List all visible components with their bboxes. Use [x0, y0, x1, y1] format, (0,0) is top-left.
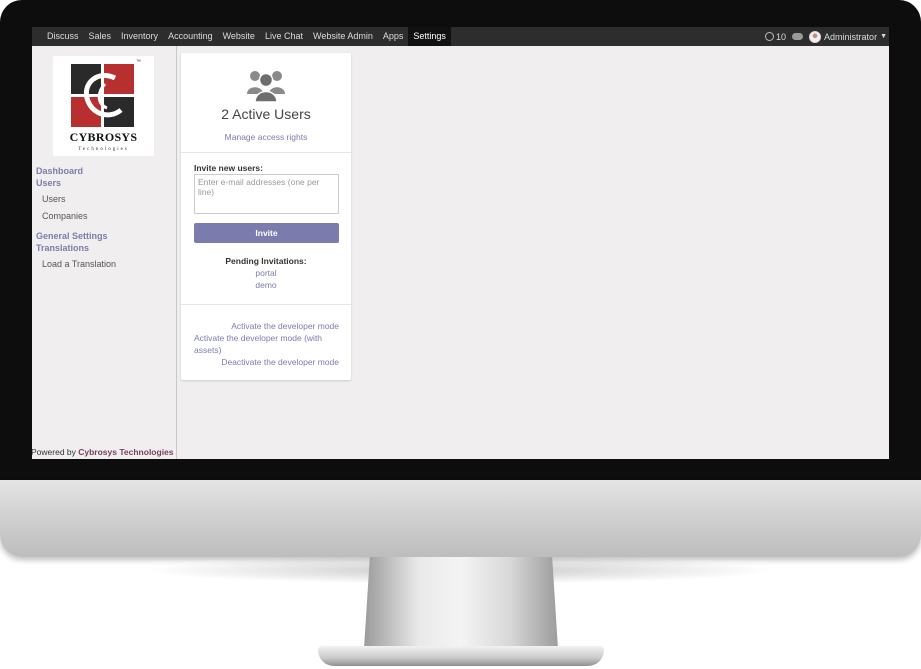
sidebar-item-load-translation[interactable]: Load a Translation — [42, 259, 116, 269]
company-logo: ™ CYBROSYS Technologies — [53, 56, 154, 156]
menu-item-sales[interactable]: Sales — [84, 27, 117, 46]
menu-item-live-chat[interactable]: Live Chat — [260, 27, 308, 46]
menu-item-discuss[interactable]: Discuss — [42, 27, 84, 46]
screen: Discuss Sales Inventory Accounting Websi… — [32, 27, 889, 459]
monitor-stand — [364, 557, 558, 649]
activate-developer-mode-link[interactable]: Activate the developer mode — [194, 320, 339, 332]
users-icon — [247, 71, 285, 102]
sidebar-item-companies[interactable]: Companies — [42, 211, 88, 221]
divider — [181, 304, 351, 305]
notifications-button[interactable]: 10 — [765, 32, 786, 42]
powered-by-prefix: Powered by — [32, 447, 79, 457]
trademark: ™ — [136, 59, 141, 65]
sidebar-item-users[interactable]: Users — [42, 194, 66, 204]
sidebar: ™ CYBROSYS Technologies Dashboard Users … — [32, 46, 177, 459]
users-card: 2 Active Users Manage access rights Invi… — [181, 53, 351, 380]
top-navbar: Discuss Sales Inventory Accounting Websi… — [32, 27, 889, 46]
divider — [181, 152, 351, 153]
pending-invitations-label: Pending Invitations: — [225, 256, 307, 266]
logo-mark — [71, 64, 135, 128]
user-name: Administrator — [824, 31, 878, 42]
avatar — [809, 30, 822, 43]
monitor-chin — [0, 480, 921, 557]
activate-developer-mode-assets-link[interactable]: Activate the developer mode (with assets… — [194, 332, 339, 356]
systray: 10 Administrator ▼ — [765, 27, 887, 46]
chat-icon[interactable] — [792, 33, 804, 40]
invite-label: Invite new users: — [194, 163, 263, 173]
notification-icon — [765, 32, 775, 41]
deactivate-developer-mode-link[interactable]: Deactivate the developer mode — [194, 356, 339, 368]
invite-button[interactable]: Invite — [194, 223, 339, 243]
sidebar-item-dashboard[interactable]: Dashboard — [36, 166, 83, 176]
manage-access-rights-link[interactable]: Manage access rights — [181, 132, 351, 142]
caret-down-icon: ▼ — [880, 33, 887, 40]
pending-invitation-demo[interactable]: demo — [181, 280, 351, 290]
main-menu: Discuss Sales Inventory Accounting Websi… — [42, 27, 451, 46]
pending-invitation-portal[interactable]: portal — [181, 268, 351, 278]
monitor-foot — [318, 646, 604, 666]
menu-item-website[interactable]: Website — [218, 27, 260, 46]
logo-brand: CYBROSYS — [69, 130, 138, 144]
logo-subtitle: Technologies — [78, 147, 129, 152]
sidebar-section-users[interactable]: Users — [36, 178, 61, 188]
powered-by: Powered by Cybrosys Technologies — [32, 447, 174, 457]
sidebar-item-general-settings[interactable]: General Settings — [36, 231, 108, 241]
menu-item-apps[interactable]: Apps — [378, 27, 409, 46]
powered-by-link[interactable]: Cybrosys Technologies — [78, 447, 173, 457]
developer-mode-links: Activate the developer mode Activate the… — [194, 320, 339, 368]
menu-item-settings[interactable]: Settings — [408, 27, 451, 46]
sidebar-section-translations[interactable]: Translations — [36, 243, 89, 253]
invite-email-input[interactable] — [194, 174, 339, 214]
notification-count: 10 — [776, 31, 787, 42]
menu-item-accounting[interactable]: Accounting — [163, 27, 218, 46]
menu-item-inventory[interactable]: Inventory — [116, 27, 163, 46]
menu-item-website-admin[interactable]: Website Admin — [308, 27, 378, 46]
active-users-count: 2 Active Users — [221, 106, 311, 122]
user-menu[interactable]: Administrator ▼ — [809, 30, 887, 43]
